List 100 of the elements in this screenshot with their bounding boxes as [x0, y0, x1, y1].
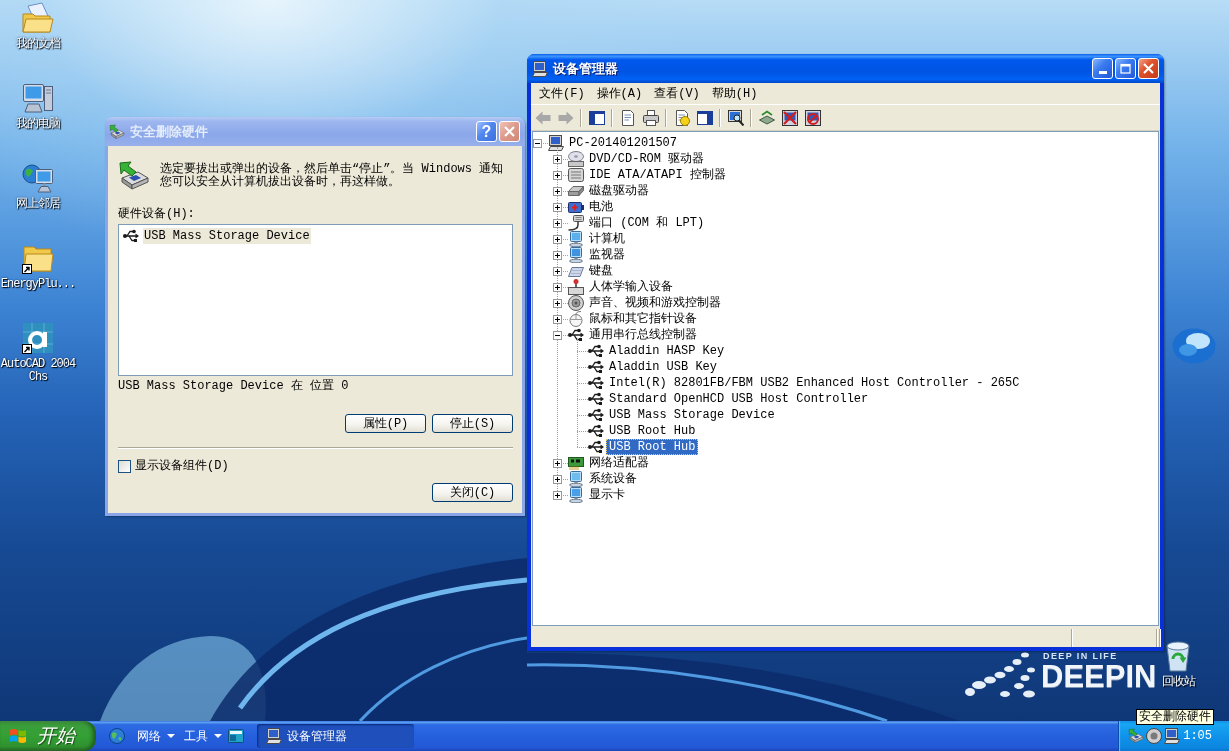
minus-box-icon[interactable]: [533, 138, 542, 148]
tree-item[interactable]: 电池: [586, 199, 616, 215]
plus-box-icon[interactable]: [553, 298, 562, 308]
globe-icon[interactable]: [109, 728, 125, 744]
tree-item[interactable]: Standard OpenHCD USB Host Controller: [606, 391, 872, 407]
taskbar-toolbar-button[interactable]: 工具: [184, 725, 222, 747]
tree-item[interactable]: 计算机: [586, 231, 628, 247]
document-icon[interactable]: [619, 109, 636, 126]
joystick-icon: [568, 279, 584, 295]
device-arrow-icon: [118, 160, 150, 192]
tree-item[interactable]: 监视器: [586, 247, 628, 263]
tree-item[interactable]: DVD/CD-ROM 驱动器: [586, 151, 708, 167]
list-label: 硬件设备(H):: [118, 207, 196, 221]
usb-icon: [568, 327, 584, 343]
plus-box-icon[interactable]: [553, 234, 562, 244]
dialog-button[interactable]: 停止(S): [432, 414, 513, 433]
monitor-search-icon[interactable]: [727, 109, 744, 126]
plus-box-icon[interactable]: [553, 218, 562, 228]
device-status-text: USB Mass Storage Device 在 位置 0: [118, 380, 350, 393]
tree-item[interactable]: Intel(R) 82801FB/FBM USB2 Enhanced Host Controller - 265C: [606, 375, 1023, 391]
pane-icon[interactable]: [588, 109, 605, 126]
menu-item[interactable]: 操作(A): [590, 83, 649, 104]
usb-icon: [588, 343, 604, 359]
plus-box-icon[interactable]: [553, 490, 562, 500]
tree-item[interactable]: 声音、视频和游戏控制器: [586, 295, 724, 311]
plus-box-icon[interactable]: [553, 250, 562, 260]
tree-item[interactable]: 系统设备: [586, 471, 640, 487]
menu-item[interactable]: 文件(F): [533, 83, 591, 104]
desktop-icon-label[interactable]: 回收站: [1161, 676, 1195, 689]
printer-icon[interactable]: [642, 109, 659, 126]
document-badge-icon[interactable]: [673, 109, 690, 126]
desktop-icon-label[interactable]: AutoCAD 2004 Chs: [0, 358, 76, 384]
dialog-button[interactable]: 属性(P): [345, 414, 426, 433]
close-button[interactable]: [1138, 58, 1159, 79]
instruction-text: 选定要拔出或弹出的设备，然后单击“停止”。当 Windows 通知您可以安全从计算机拔出设备时，再这样做。: [160, 163, 505, 189]
minimize-icon: [1098, 71, 1107, 74]
tree-item[interactable]: 显示卡: [586, 487, 628, 503]
tree-item[interactable]: 鼠标和其它指针设备: [586, 311, 700, 327]
device-cross-icon[interactable]: [781, 109, 798, 126]
monitor-icon: [568, 231, 584, 247]
plus-box-icon[interactable]: [553, 170, 562, 180]
tree-item[interactable]: USB Root Hub: [606, 423, 699, 439]
battery-icon: [568, 199, 584, 215]
tree-item[interactable]: 磁盘驱动器: [586, 183, 652, 199]
tree-item[interactable]: 人体学输入设备: [586, 279, 676, 295]
checkbox-label[interactable]: 显示设备组件(D): [135, 460, 229, 473]
menu-item[interactable]: 帮助(H): [705, 83, 764, 104]
computer-icon: [532, 60, 548, 77]
usb-icon: [588, 423, 604, 439]
tree-item[interactable]: USB Root Hub: [606, 439, 699, 455]
tree-item[interactable]: 通用串行总线控制器: [586, 327, 700, 343]
computer-icon[interactable]: [1164, 728, 1180, 744]
wallpaper-tagline: DEEP IN LIFE: [1043, 651, 1118, 661]
speaker-icon: [568, 295, 584, 311]
grid-tile-icon[interactable]: [22, 322, 54, 354]
tree-item[interactable]: Aladdin HASP Key: [606, 343, 728, 359]
tree-item[interactable]: IDE ATA/ATAPI 控制器: [586, 167, 729, 183]
help-button[interactable]: ?: [476, 121, 497, 142]
plus-box-icon[interactable]: [553, 458, 562, 468]
list-item[interactable]: USB Mass Storage Device: [143, 228, 311, 244]
speaker-icon[interactable]: [1146, 728, 1162, 744]
plus-box-icon[interactable]: [553, 154, 562, 164]
device-arrow-icon[interactable]: [1128, 728, 1144, 744]
plus-box-icon[interactable]: [553, 186, 562, 196]
window-icon[interactable]: [228, 728, 244, 744]
maximize-icon: [1120, 63, 1131, 74]
usb-icon: [588, 391, 604, 407]
wallpaper-logo: DEEPIN: [1041, 661, 1157, 692]
globe-computer-icon[interactable]: [22, 162, 54, 194]
device-block-icon[interactable]: [804, 109, 821, 126]
network-card-icon: [568, 455, 584, 471]
plus-box-icon[interactable]: [553, 314, 562, 324]
pane-icon[interactable]: [696, 109, 713, 126]
menu-item[interactable]: 查看(V): [648, 83, 706, 104]
usb-icon: [588, 375, 604, 391]
dialog-button[interactable]: 关闭(C): [432, 483, 513, 502]
minus-box-icon[interactable]: [553, 330, 562, 340]
computer-icon[interactable]: [22, 82, 54, 114]
computer-icon: [548, 135, 564, 151]
card-arrow-icon[interactable]: [758, 109, 775, 126]
maximize-button[interactable]: [1115, 58, 1136, 79]
minimize-button[interactable]: [1092, 58, 1113, 79]
checkbox[interactable]: [118, 460, 131, 473]
monitor-icon: [568, 487, 584, 503]
tree-item[interactable]: Aladdin USB Key: [606, 359, 721, 375]
tree-item[interactable]: USB Mass Storage Device: [606, 407, 778, 423]
device-list[interactable]: USB Mass Storage Device: [118, 224, 513, 376]
tree-item[interactable]: 网络适配器: [586, 455, 652, 471]
plus-box-icon[interactable]: [553, 202, 562, 212]
tree-item[interactable]: 端口 (COM 和 LPT): [586, 215, 708, 231]
taskbar-button[interactable]: 设备管理器: [257, 724, 414, 748]
taskbar-toolbar-button[interactable]: 网络: [137, 725, 175, 747]
plus-box-icon[interactable]: [553, 282, 562, 292]
plus-box-icon[interactable]: [553, 266, 562, 276]
desktop-icon-label[interactable]: EnergyPlu...: [0, 278, 76, 291]
tree-item[interactable]: PC-201401201507: [566, 135, 681, 151]
tree-item[interactable]: 键盘: [586, 263, 616, 279]
close-button[interactable]: [499, 121, 520, 142]
plus-box-icon[interactable]: [553, 474, 562, 484]
caret-icon: [214, 734, 222, 738]
